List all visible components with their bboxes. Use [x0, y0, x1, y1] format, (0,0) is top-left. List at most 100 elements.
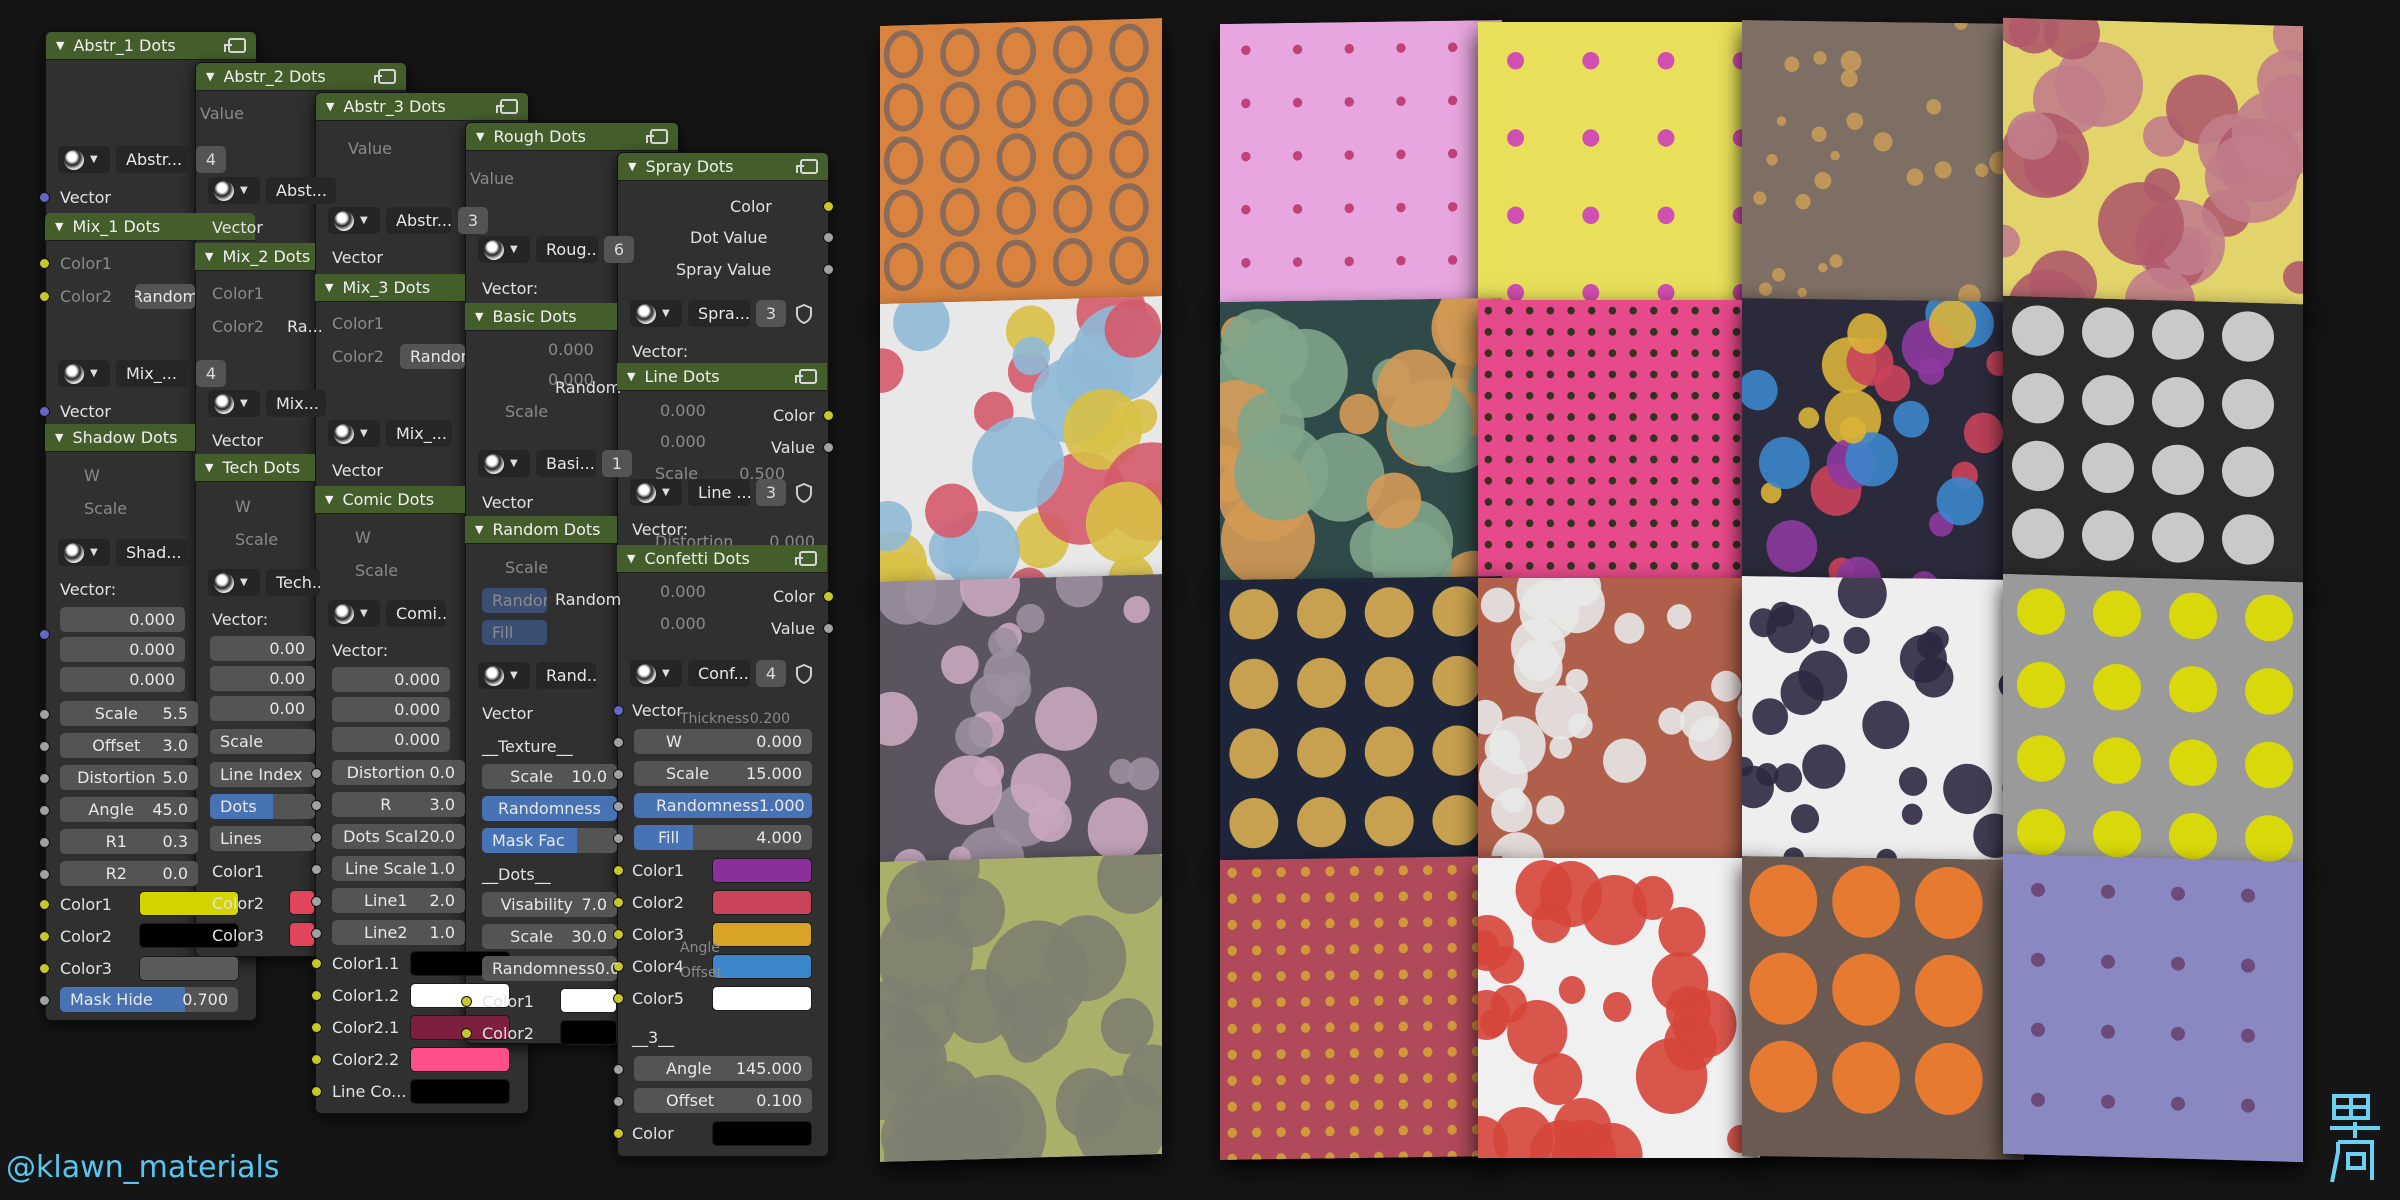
material-sphere-icon[interactable]: ▼ — [208, 390, 260, 417]
node-header[interactable]: ▼ Shadow Dots — [45, 424, 195, 452]
input-socket[interactable] — [613, 1096, 624, 1107]
input-socket[interactable] — [613, 865, 624, 876]
input-socket[interactable] — [311, 928, 322, 939]
offset-field[interactable]: Offset 0.100 — [634, 1088, 812, 1113]
angle-field[interactable]: Angle 145.000 — [634, 1056, 812, 1081]
texture-randomness-slider[interactable]: Randomness — [482, 796, 617, 821]
material-sphere-icon[interactable]: ▼ — [478, 236, 530, 263]
vector-x-field[interactable]: 0.00 — [210, 636, 315, 661]
node-shadow[interactable]: ▼ Shadow Dots — [45, 424, 195, 452]
color-swatch[interactable] — [712, 890, 812, 915]
abstr1-dropdown[interactable]: ▼ Abstr... 4 — [58, 146, 226, 173]
confetti-dropdown[interactable]: ▼ Conf... 4 — [630, 660, 816, 687]
mix3-dropdown[interactable]: ▼ Mix_... — [328, 420, 452, 447]
input-socket[interactable] — [39, 406, 50, 417]
input-socket[interactable] — [39, 995, 50, 1006]
vector-z-field[interactable]: 0.00 — [210, 696, 315, 721]
input-socket[interactable] — [311, 768, 322, 779]
spray-dropdown[interactable]: ▼ Spra... 3 — [630, 300, 816, 327]
color-swatch[interactable] — [410, 1047, 510, 1072]
node-header[interactable]: ▼ Abstr_1 Dots — [46, 32, 256, 60]
user-count[interactable]: 6 — [604, 236, 634, 263]
material-sphere-icon[interactable]: ▼ — [58, 360, 110, 387]
node-header[interactable]: ▼ Spray Dots — [618, 153, 828, 181]
group-name-field[interactable]: Mix... — [266, 390, 326, 417]
group-name-field[interactable]: Abstr... — [386, 207, 452, 234]
group-name-field[interactable]: Abst... — [266, 177, 336, 204]
abstr2-dropdown[interactable]: ▼ Abst... — [208, 177, 336, 204]
material-sphere-icon[interactable]: ▼ — [630, 660, 682, 687]
color-swatch[interactable] — [560, 1020, 617, 1045]
tech-dropdown[interactable]: ▼ Tech... — [208, 569, 320, 596]
material-sphere-icon[interactable]: ▼ — [630, 300, 682, 327]
collapse-icon[interactable]: ▼ — [206, 70, 214, 83]
node-header[interactable]: ▼ Abstr_3 Dots — [316, 93, 528, 121]
color-swatch[interactable] — [712, 986, 812, 1011]
abstr3-dropdown[interactable]: ▼ Abstr... 3 — [328, 207, 488, 234]
node-group-icon[interactable] — [795, 369, 817, 384]
input-socket[interactable] — [461, 1028, 472, 1039]
node-group-icon[interactable] — [374, 69, 396, 84]
user-count[interactable]: 4 — [756, 660, 786, 687]
node-group-icon[interactable] — [796, 159, 818, 174]
color-swatch[interactable] — [712, 858, 812, 883]
material-sphere-icon[interactable]: ▼ — [208, 177, 260, 204]
randomness-slider[interactable]: Randomness 1.000 — [634, 793, 812, 818]
input-socket[interactable] — [613, 1128, 624, 1139]
output-socket[interactable] — [823, 410, 834, 421]
input-socket[interactable] — [311, 958, 322, 969]
collapse-icon[interactable]: ▼ — [325, 493, 333, 506]
color-swatch[interactable] — [712, 922, 812, 947]
node-header[interactable]: ▼ Random Dots — [465, 516, 617, 544]
node-group-icon[interactable] — [646, 129, 668, 144]
input-socket[interactable] — [311, 1022, 322, 1033]
input-socket[interactable] — [39, 805, 50, 816]
input-socket[interactable] — [311, 990, 322, 1001]
rough-dropdown[interactable]: ▼ Roug... 6 — [478, 236, 634, 263]
input-socket[interactable] — [613, 769, 624, 780]
user-count[interactable]: 1 — [602, 450, 632, 477]
group-name-field[interactable]: Basi... — [536, 450, 596, 477]
collapse-icon[interactable]: ▼ — [627, 552, 635, 565]
node-header[interactable]: ▼ Basic Dots — [465, 303, 617, 331]
color-swatch[interactable] — [139, 956, 239, 981]
group-name-field[interactable]: Comi... — [386, 600, 446, 627]
collapse-icon[interactable]: ▼ — [56, 39, 64, 52]
input-socket[interactable] — [39, 258, 50, 269]
group-name-field[interactable]: Shad... — [116, 539, 190, 566]
node-header[interactable]: ▼ Confetti Dots — [617, 545, 827, 573]
material-sphere-icon[interactable]: ▼ — [58, 146, 110, 173]
material-sphere-icon[interactable]: ▼ — [328, 600, 380, 627]
input-socket[interactable] — [39, 709, 50, 720]
input-socket[interactable] — [39, 931, 50, 942]
w-field[interactable]: W 0.000 — [634, 729, 812, 754]
node-mix3[interactable]: ▼ Mix_3 Dots — [315, 274, 465, 302]
line-dropdown[interactable]: ▼ Line ... 3 — [630, 479, 816, 506]
input-socket[interactable] — [39, 963, 50, 974]
shadow-param-field[interactable]: Scale 5.5 — [60, 701, 198, 726]
input-socket[interactable] — [311, 1086, 322, 1097]
basic-dropdown[interactable]: ▼ Basi... 1 — [478, 450, 632, 477]
collapse-icon[interactable]: ▼ — [205, 250, 213, 263]
shadow-param-field[interactable]: R2 0.0 — [60, 861, 198, 886]
output-socket[interactable] — [823, 623, 834, 634]
output-socket[interactable] — [823, 201, 834, 212]
node-group-icon[interactable] — [224, 38, 246, 53]
comic-param-field[interactable]: Distortion 0.0 — [332, 760, 465, 785]
user-count[interactable]: 4 — [196, 146, 226, 173]
visability-field[interactable]: Visability 7.0 — [482, 892, 617, 917]
material-sphere-icon[interactable]: ▼ — [328, 207, 380, 234]
input-socket[interactable] — [39, 899, 50, 910]
shield-icon[interactable] — [792, 481, 816, 505]
collapse-icon[interactable]: ▼ — [475, 523, 483, 536]
output-socket[interactable] — [823, 442, 834, 453]
fill-slider[interactable]: Fill 4.000 — [634, 825, 812, 850]
line-index-field[interactable]: Line Index — [210, 762, 315, 787]
color-swatch[interactable] — [560, 988, 617, 1013]
input-socket[interactable] — [311, 832, 322, 843]
material-sphere-icon[interactable]: ▼ — [208, 569, 260, 596]
collapse-icon[interactable]: ▼ — [476, 130, 484, 143]
input-socket[interactable] — [613, 801, 624, 812]
group-name-field[interactable]: Abstr... — [116, 146, 190, 173]
input-socket[interactable] — [311, 896, 322, 907]
